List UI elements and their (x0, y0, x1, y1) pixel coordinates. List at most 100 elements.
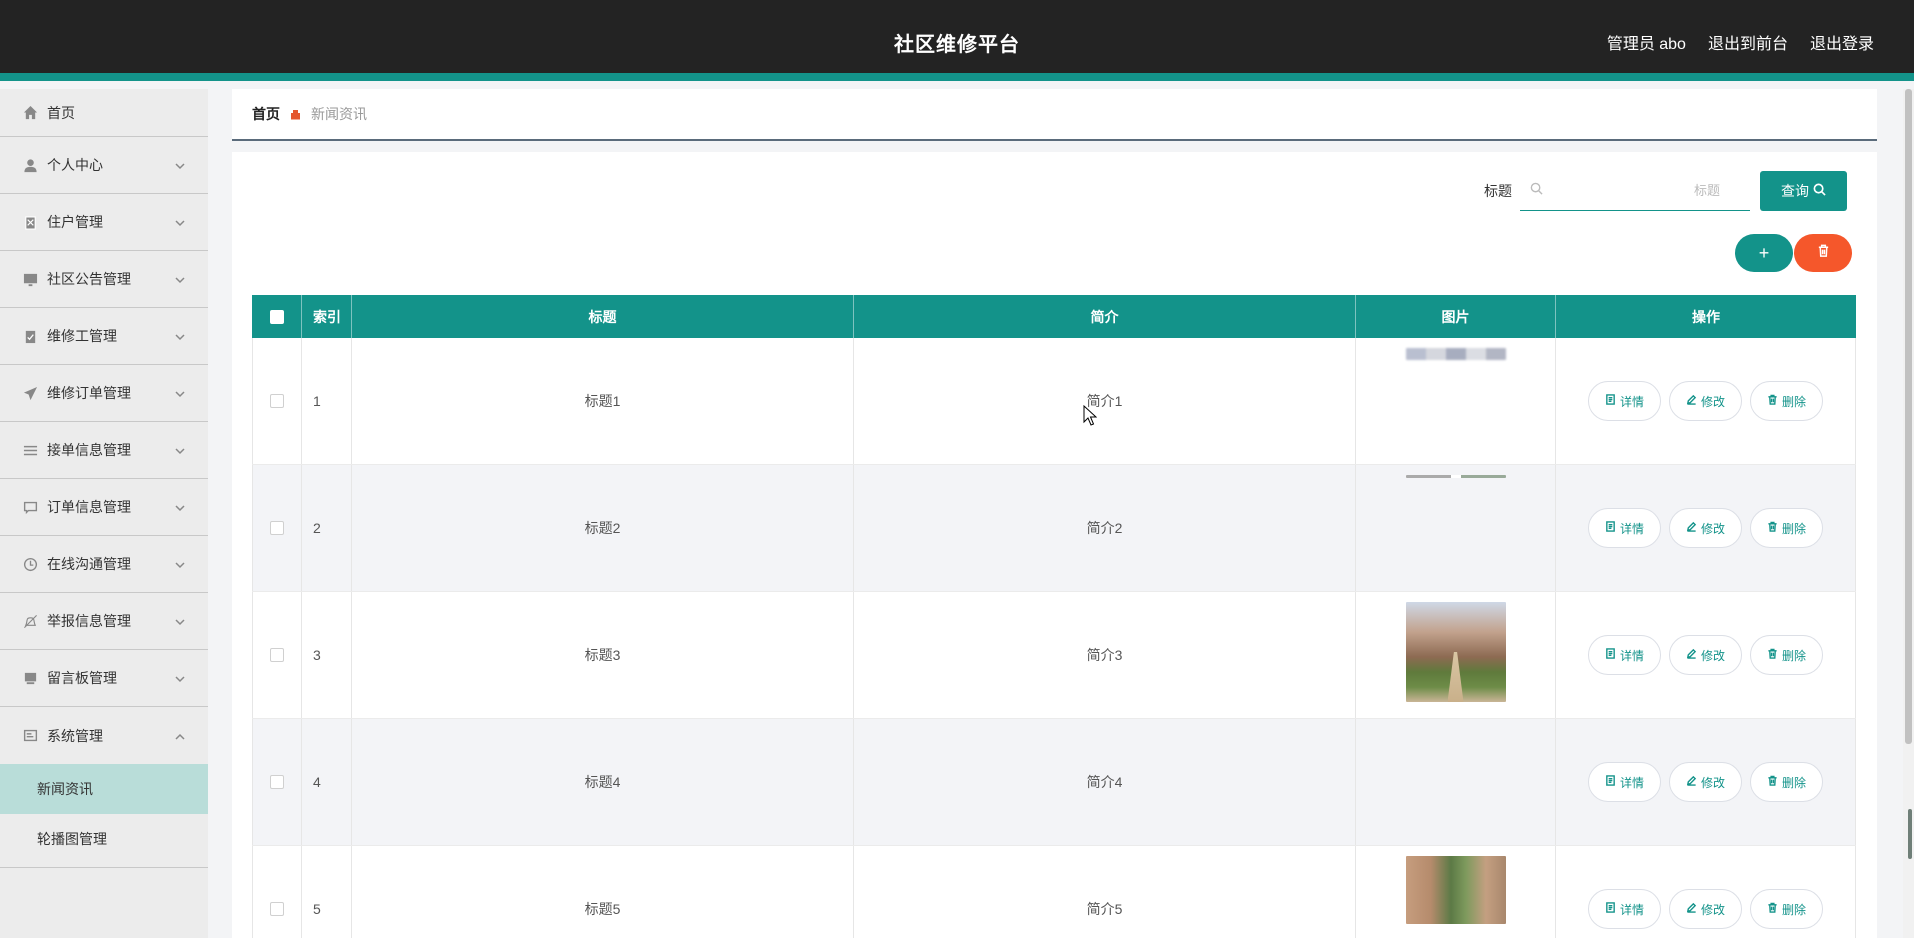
news-thumbnail[interactable] (1405, 348, 1506, 360)
detail-button[interactable]: 详情 (1587, 508, 1661, 548)
search-input[interactable] (1543, 183, 1740, 198)
search-input-wrapper (1520, 171, 1750, 211)
sidebar-item-online-chat[interactable]: 在线沟通管理 (0, 536, 208, 593)
row-intro: 简介1 (854, 338, 1356, 464)
plus-icon: + (1758, 242, 1770, 263)
row-checkbox[interactable] (270, 521, 284, 535)
row-checkbox[interactable] (270, 775, 284, 789)
detail-button[interactable]: 详情 (1587, 381, 1661, 421)
edit-button[interactable]: 修改 (1668, 381, 1742, 421)
sidebar-subitem-news[interactable]: 新闻资讯 (0, 764, 208, 814)
detail-label: 详情 (1619, 902, 1644, 917)
chevron-down-icon (174, 672, 186, 684)
row-index: 2 (302, 465, 352, 591)
scroll-indicator (1908, 809, 1912, 859)
row-index: 3 (302, 592, 352, 718)
main-panel: 标题 查询 + 索引 标题 简介 图片 操作 1 标题1 简介1 (232, 152, 1877, 938)
page-scrollbar[interactable] (1903, 89, 1914, 938)
edit-icon (1686, 394, 1697, 408)
news-table: 索引 标题 简介 图片 操作 1 标题1 简介1 详情 修改 删除 2 标题2 … (252, 295, 1856, 938)
row-index: 1 (302, 338, 352, 464)
sidebar-item-label: 在线沟通管理 (47, 556, 131, 572)
delete-button[interactable]: 删除 (1750, 889, 1824, 929)
chevron-down-icon (174, 615, 186, 627)
trash-icon (1817, 244, 1830, 262)
sidebar-item-label: 维修工管理 (47, 328, 117, 344)
scrollbar-thumb[interactable] (1905, 89, 1912, 744)
delete-button[interactable]: 删除 (1750, 762, 1824, 802)
trash-icon (1767, 775, 1778, 789)
sidebar-item-personal-center[interactable]: 个人中心 (0, 137, 208, 194)
row-title: 标题1 (352, 338, 854, 464)
row-title: 标题2 (352, 465, 854, 591)
table-row: 2 标题2 简介2 详情 修改 删除 (252, 465, 1856, 592)
batch-delete-button[interactable] (1794, 234, 1852, 272)
row-actions: 详情 修改 删除 (1556, 338, 1856, 464)
select-all-checkbox[interactable] (269, 309, 284, 324)
news-thumbnail[interactable] (1405, 856, 1506, 924)
sidebar-item-label: 留言板管理 (47, 670, 117, 686)
send-icon (22, 385, 38, 401)
sidebar-item-resident[interactable]: 住户管理 (0, 194, 208, 251)
table-row: 1 标题1 简介1 详情 修改 删除 (252, 338, 1856, 465)
row-intro: 简介3 (854, 592, 1356, 718)
edit-button[interactable]: 修改 (1668, 889, 1742, 929)
sidebar-item-system[interactable]: 系统管理 (0, 707, 208, 764)
row-checkbox-cell (252, 465, 302, 591)
sidebar-item-repairman[interactable]: 维修工管理 (0, 308, 208, 365)
logout-link[interactable]: 退出登录 (1810, 30, 1874, 54)
document-icon (1605, 902, 1616, 916)
sidebar-item-message-board[interactable]: 留言板管理 (0, 650, 208, 707)
news-thumbnail[interactable] (1405, 602, 1506, 702)
message-board-icon (22, 670, 38, 686)
sidebar-item-home[interactable]: 首页 (0, 89, 208, 137)
row-intro: 简介4 (854, 719, 1356, 845)
sidebar-item-accept-order[interactable]: 接单信息管理 (0, 422, 208, 479)
header-nav: 管理员 abo 退出到前台 退出登录 (1607, 30, 1874, 54)
delete-button[interactable]: 删除 (1750, 508, 1824, 548)
sidebar-subitem-carousel[interactable]: 轮播图管理 (0, 814, 208, 864)
admin-user-link[interactable]: 管理员 abo (1607, 30, 1686, 54)
sidebar-item-label: 住户管理 (47, 214, 103, 230)
search-icon (1530, 182, 1543, 200)
sidebar-item-label: 接单信息管理 (47, 442, 131, 458)
row-image-cell (1356, 592, 1556, 718)
row-image-cell (1356, 719, 1556, 845)
trash-icon (1767, 521, 1778, 535)
action-buttons: + (1735, 234, 1852, 272)
delete-button[interactable]: 删除 (1750, 635, 1824, 675)
news-thumbnail[interactable] (1405, 475, 1506, 478)
chevron-down-icon (174, 216, 186, 228)
breadcrumb-home[interactable]: 首页 (252, 104, 280, 124)
chevron-up-icon (174, 730, 186, 742)
detail-button[interactable]: 详情 (1587, 762, 1661, 802)
detail-button[interactable]: 详情 (1587, 635, 1661, 675)
search-icon (1813, 183, 1826, 199)
query-button[interactable]: 查询 (1760, 171, 1847, 211)
add-button[interactable]: + (1735, 234, 1793, 272)
back-to-frontend-link[interactable]: 退出到前台 (1708, 30, 1788, 54)
sidebar-item-repair-order[interactable]: 维修订单管理 (0, 365, 208, 422)
home-icon (22, 105, 38, 121)
document-icon (1605, 775, 1616, 789)
sidebar-item-label: 首页 (47, 104, 75, 121)
row-image-cell (1356, 846, 1556, 938)
edit-label: 修改 (1700, 775, 1725, 790)
edit-button[interactable]: 修改 (1668, 508, 1742, 548)
row-checkbox[interactable] (270, 902, 284, 916)
sidebar-item-order-info[interactable]: 订单信息管理 (0, 479, 208, 536)
chevron-down-icon (174, 273, 186, 285)
delete-button[interactable]: 删除 (1750, 381, 1824, 421)
row-index: 4 (302, 719, 352, 845)
row-image-cell (1356, 338, 1556, 464)
sidebar-item-report[interactable]: 举报信息管理 (0, 593, 208, 650)
detail-button[interactable]: 详情 (1587, 889, 1661, 929)
row-checkbox[interactable] (270, 394, 284, 408)
edit-button[interactable]: 修改 (1668, 635, 1742, 675)
row-checkbox[interactable] (270, 648, 284, 662)
sidebar-item-notice[interactable]: 社区公告管理 (0, 251, 208, 308)
sidebar-item-label: 订单信息管理 (47, 499, 131, 515)
delete-label: 删除 (1782, 521, 1807, 536)
delete-label: 删除 (1782, 902, 1807, 917)
edit-button[interactable]: 修改 (1668, 762, 1742, 802)
